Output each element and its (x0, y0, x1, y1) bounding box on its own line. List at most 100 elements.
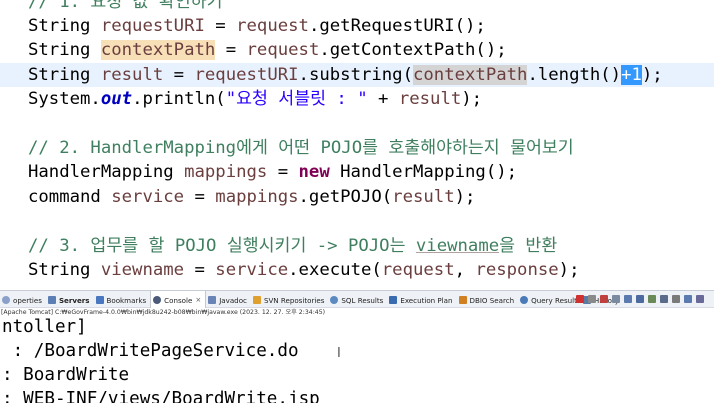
console-line: : /BoardWritePageService.do (2, 341, 299, 361)
code-line-9[interactable]: command service = mappings.getPOJO(resul… (28, 185, 475, 209)
display-console-icon[interactable] (672, 295, 680, 303)
show-on-output-icon[interactable] (648, 295, 656, 303)
code-comment: 을 반환 (499, 235, 558, 256)
view-menu-icon[interactable] (696, 295, 704, 303)
code-variable: response (475, 260, 559, 280)
open-console-icon[interactable] (684, 295, 692, 303)
properties-icon (2, 296, 10, 304)
word-wrap-icon[interactable] (636, 295, 644, 303)
tab-label: SVN Repositories (263, 295, 325, 305)
execution-plan-icon (389, 296, 398, 304)
tab-dbio-search[interactable]: DBIO Search (457, 292, 519, 309)
code-string: "요청 서블릿 : " (225, 89, 368, 110)
tab-bookmarks[interactable]: Bookmarks (94, 292, 151, 309)
remove-all-icon[interactable] (600, 295, 608, 303)
code-line-4-current[interactable]: String result = requestURI.substring(con… (0, 62, 714, 88)
code-token: String (28, 40, 101, 61)
code-token: String (28, 64, 101, 85)
tab-label: SQL Results (341, 295, 384, 305)
tab-label: Servers (58, 295, 90, 305)
code-keyword: new (298, 162, 330, 183)
code-line-12[interactable]: String viewname = service.execute(reques… (28, 258, 579, 282)
code-token: .length() (527, 64, 622, 85)
tab-label: Query Result (531, 295, 577, 305)
code-line-7[interactable]: // 2. HandlerMapping에게 어떤 POJO를 호출해야하는지 … (28, 136, 574, 160)
code-token: = (215, 40, 247, 61)
code-line-3[interactable]: String contextPath = request.getContextP… (28, 38, 507, 62)
tab-sql-results[interactable]: SQL Results (328, 292, 387, 309)
code-static-field: out (100, 89, 133, 110)
code-token: = (184, 186, 216, 207)
tab-operties[interactable]: operties (0, 292, 46, 309)
terminate-icon[interactable] (576, 295, 584, 303)
tab-label: Bookmarks (106, 295, 147, 305)
code-editor[interactable]: // 1. 요청 값 확인하기 String requestURI = requ… (0, 0, 714, 290)
tab-label: Console (164, 295, 193, 305)
code-token: = (163, 64, 195, 85)
code-token: ); (461, 89, 483, 110)
code-variable: requestURI (100, 16, 205, 36)
code-variable: viewname (100, 260, 185, 280)
code-token: .execute( (288, 260, 382, 280)
console-process-info: [Apache Tomcat] C:₩eGovFrame-4.0.0₩bin₩j… (0, 308, 714, 317)
code-line-2[interactable]: String requestURI = request.getRequestUR… (28, 14, 486, 38)
code-token: HandlerMapping (28, 162, 185, 183)
console-icon (153, 296, 162, 304)
query-result-icon (520, 296, 529, 304)
code-variable: result (100, 64, 164, 85)
code-token: HandlerMapping(); (329, 162, 518, 183)
console-toolbar (572, 295, 704, 303)
code-token: .getRequestURI(); (308, 16, 486, 36)
tab-svn-repositories[interactable]: SVN Repositories (251, 292, 328, 309)
console-line: : WEB-INF/views/BoardWrite.jsp (2, 389, 320, 403)
clear-console-icon[interactable] (612, 295, 620, 303)
code-token: = (204, 16, 237, 36)
spelling-underline: viewname (415, 235, 500, 256)
code-line-11[interactable]: // 3. 업무를 할 POJO 실행시키기 -> POJO는 viewname… (28, 234, 557, 258)
tab-label: Execution Plan (400, 295, 453, 305)
code-variable: result (392, 186, 455, 207)
tab-label: Javadoc (219, 295, 247, 305)
code-variable: request (381, 260, 455, 280)
code-line-5[interactable]: System.out.println("요청 서블릿 : " + result)… (28, 87, 482, 111)
occurrence-highlight: contextPath (413, 64, 528, 85)
code-token: = (267, 162, 299, 183)
code-token: command (28, 186, 112, 207)
code-variable: service (111, 186, 185, 207)
code-token: = (184, 260, 216, 280)
code-variable: result (398, 89, 462, 110)
tab-servers[interactable]: Servers (46, 292, 94, 309)
code-token: String (28, 16, 101, 36)
code-variable: mappings (184, 162, 268, 183)
code-token: + (367, 89, 399, 110)
code-token: ); (641, 64, 663, 85)
tab-execution-plan[interactable]: Execution Plan (387, 292, 456, 309)
console-output[interactable]: ntoller] : /BoardWritePageService.do : B… (0, 317, 714, 403)
pin-console-icon[interactable] (660, 295, 668, 303)
code-token: System. (28, 89, 101, 110)
code-variable: service (215, 260, 289, 280)
code-variable: requestURI (194, 64, 299, 85)
code-comment: // 3. 업무를 할 POJO 실행시키기 -> POJO는 (28, 235, 416, 256)
code-variable: request (236, 16, 309, 36)
remove-launch-icon[interactable] (588, 295, 596, 303)
tab-label: DBIO Search (469, 295, 515, 305)
bookmark-icon (95, 296, 104, 304)
text-selection[interactable]: +1 (621, 64, 642, 85)
tab-label: operties (13, 295, 42, 305)
scroll-lock-icon[interactable] (624, 295, 632, 303)
console-line: ntoller] (2, 317, 87, 337)
svn-icon (252, 296, 261, 304)
text-cursor-icon: I (337, 346, 341, 361)
code-token: , (454, 260, 476, 280)
code-variable: mappings (215, 186, 299, 207)
tab-console[interactable]: Console × (150, 291, 207, 309)
code-line-8[interactable]: HandlerMapping mappings = new HandlerMap… (28, 160, 517, 184)
code-line-1[interactable]: // 1. 요청 값 확인하기 (28, 0, 223, 14)
tab-javadoc[interactable]: Javadoc (206, 292, 251, 309)
close-icon[interactable]: × (195, 296, 201, 304)
code-comment: // 2. HandlerMapping에게 어떤 POJO를 호출해야하는지 … (28, 138, 574, 158)
servers-icon (47, 296, 56, 304)
code-token: .getPOJO( (298, 186, 393, 207)
code-token: .getContextPath(); (319, 40, 507, 61)
